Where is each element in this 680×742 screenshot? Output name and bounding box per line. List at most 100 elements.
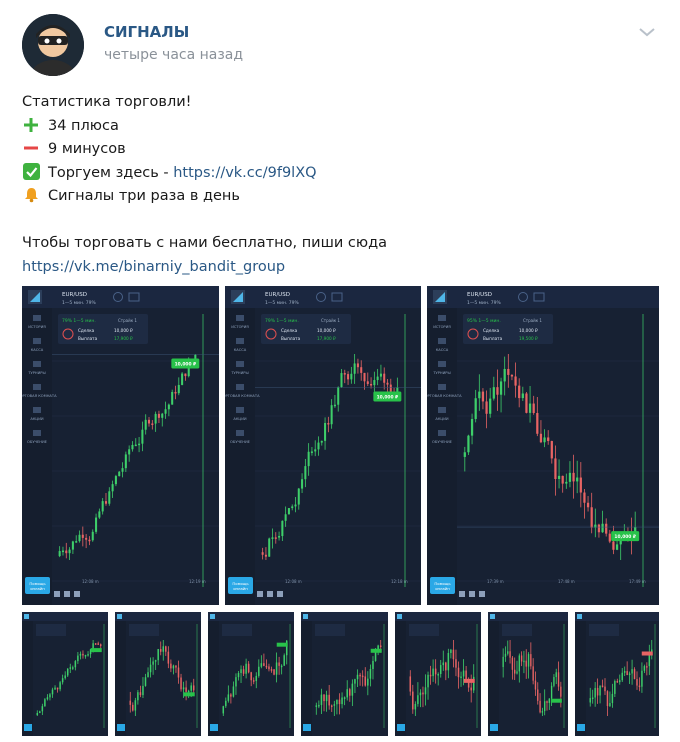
sidebar-item-label: ТОРГОВАЯ КОМНАТА (225, 394, 260, 398)
sidebar-item-label: ОБУЧЕНИЕ (432, 440, 453, 444)
candle (101, 501, 104, 512)
candle (157, 413, 160, 418)
sidebar (208, 621, 219, 736)
candle (82, 653, 84, 656)
candle (182, 687, 185, 690)
candle (615, 544, 619, 550)
minus-line: 9 минусов (22, 138, 652, 162)
candle (99, 644, 102, 647)
screenshot-large[interactable]: EUR/USD 1—5 мин. 79% ИСТОРИЯ КАССА ТУРНИРЫ ТО… (427, 286, 659, 605)
sidebar-item-icon (438, 384, 446, 390)
candle (364, 676, 367, 686)
strike-label: Страйк 1 (523, 318, 542, 323)
candle (250, 672, 252, 681)
candle (291, 506, 294, 509)
check-icon (22, 162, 40, 181)
trade-link[interactable]: https://vk.cc/9f9lXQ (173, 165, 316, 181)
candle (409, 676, 412, 692)
screenshot-large[interactable]: EUR/USD 1—5 мин. 79% ИСТОРИЯ КАССА ТУРНИРЫ ТО… (225, 286, 421, 605)
candle (612, 541, 615, 550)
chevron-down-icon[interactable] (638, 26, 656, 38)
candle (356, 363, 359, 368)
screenshot-small[interactable] (208, 612, 294, 736)
deal-value: 10,000 ₽ (519, 328, 538, 333)
candle (149, 664, 152, 673)
deal-panel (36, 624, 66, 636)
logo-icon (210, 614, 215, 619)
top-bar (22, 286, 219, 308)
post-author[interactable]: СИГНАЛЫ (104, 23, 189, 41)
candle (422, 692, 424, 695)
sidebar-item-icon (438, 407, 446, 413)
deal-label: Сделка (78, 328, 95, 333)
candle (185, 687, 187, 692)
deal-label: Сделка (483, 328, 500, 333)
candle (154, 413, 157, 424)
screenshot-large[interactable]: EUR/USD 1—5 мин. 79% ИСТОРИЯ КАССА ТУРНИРЫ ТО… (22, 286, 219, 605)
candle (386, 382, 389, 385)
plus-count: 34 плюса (48, 117, 119, 134)
screenshot-small[interactable] (301, 612, 388, 736)
candle (523, 660, 525, 663)
candle (609, 703, 611, 707)
candle (467, 435, 470, 453)
candle (263, 663, 265, 666)
candle (85, 537, 88, 540)
candle (72, 667, 74, 669)
screenshot-small[interactable] (115, 612, 201, 736)
candles-icon (257, 591, 263, 597)
candle (534, 680, 537, 690)
sidebar-item-icon (438, 430, 446, 436)
candle (315, 705, 318, 707)
candle (190, 685, 192, 691)
candle (142, 685, 144, 696)
sidebar-item-icon (438, 338, 446, 344)
sidebar-item-label: КАССА (31, 348, 44, 352)
screenshot-small[interactable] (488, 612, 568, 736)
post-time[interactable]: четыре часа назад (104, 47, 243, 63)
candle (560, 686, 562, 697)
screenshot-small[interactable] (22, 612, 108, 736)
help-button-label: онлайн (233, 586, 248, 591)
candle (361, 675, 364, 678)
candle (192, 685, 195, 691)
candle (325, 694, 328, 702)
candle (554, 458, 557, 479)
sidebar (225, 308, 255, 605)
screenshot-small[interactable] (575, 612, 659, 736)
bandit-avatar-icon[interactable] (22, 14, 84, 76)
candle (561, 475, 564, 484)
candle (68, 549, 71, 554)
time-label: 17:39 m (487, 579, 504, 584)
candle (363, 372, 366, 382)
cta-link[interactable]: https://vk.me/binarniy_bandit_group (22, 256, 652, 280)
screenshot-small[interactable] (395, 612, 481, 736)
candle (330, 705, 333, 707)
candle (462, 670, 465, 677)
candle (507, 651, 509, 654)
candle (583, 492, 586, 503)
strike-label: Страйк 1 (118, 318, 137, 323)
candle (111, 484, 114, 492)
candle (78, 534, 81, 542)
deal-badge (370, 648, 382, 653)
candle (367, 678, 369, 686)
candle (437, 674, 439, 676)
candle (340, 373, 343, 388)
sidebar (488, 621, 499, 736)
candle (320, 694, 323, 705)
top-bar (427, 286, 659, 308)
candle (463, 452, 466, 457)
candle (46, 697, 49, 700)
candle (532, 666, 534, 681)
candle (118, 471, 121, 477)
candle (138, 443, 141, 446)
candle (307, 451, 310, 467)
candle (414, 703, 417, 710)
candle (81, 534, 84, 538)
candle (281, 520, 284, 537)
sidebar-item-label: ТУРНИРЫ (230, 371, 248, 375)
sidebar-item-icon (33, 430, 41, 436)
sidebar-item-icon (33, 384, 41, 390)
candle (579, 477, 582, 493)
